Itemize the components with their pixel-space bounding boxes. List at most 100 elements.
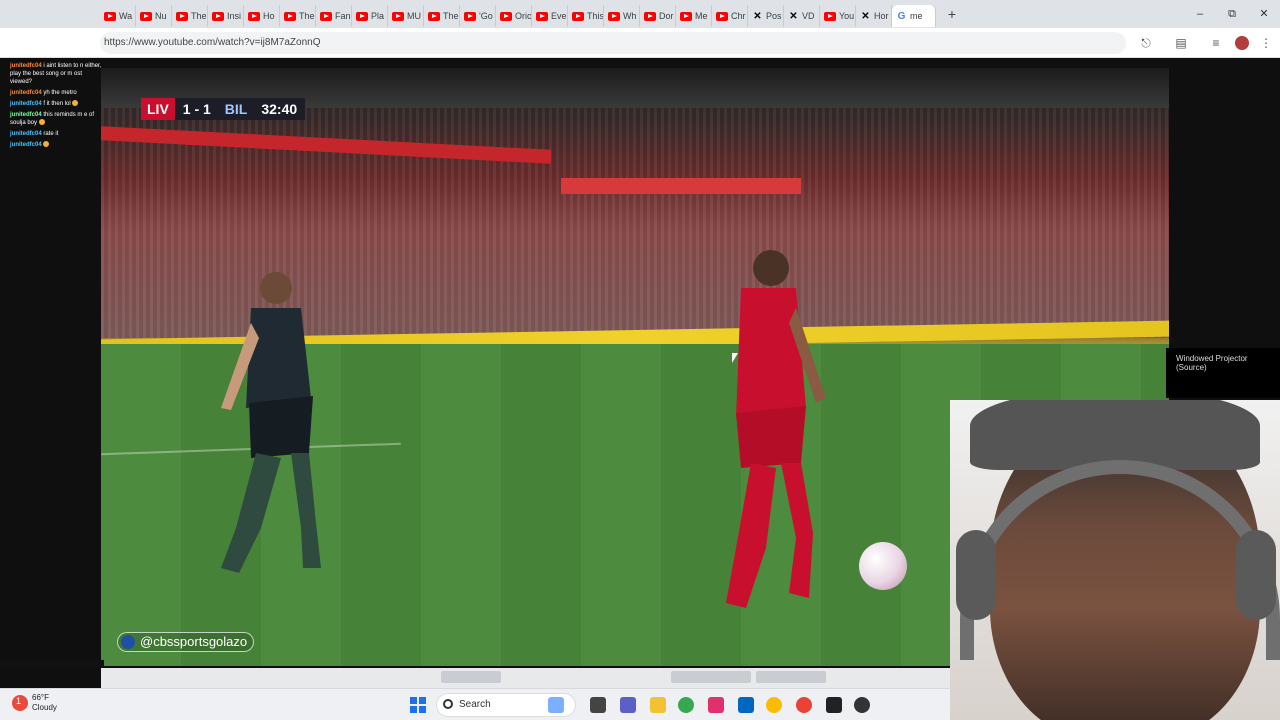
browser-tab[interactable]: Wa — [100, 5, 136, 27]
tab-label: Wh — [623, 11, 637, 21]
stream-chat-overlay: junitedfc04 i aint listen to n either, p… — [0, 0, 104, 170]
widgets-icon[interactable] — [548, 697, 564, 713]
chat-username: junitedfc04 — [10, 131, 42, 137]
new-tab-button[interactable]: + — [944, 6, 960, 22]
watermark-text: @cbssportsgolazo — [140, 634, 248, 649]
chat-message: junitedfc04 yh the metro — [10, 89, 104, 97]
tab-label: Pla — [371, 11, 385, 21]
screen: Wa Nu The Insi Ho The Fan Pla MU The 'Go Oric Eve Thi… — [0, 0, 1280, 720]
browser-tab[interactable]: ✕ VD — [784, 5, 820, 27]
media-control-icon[interactable]: ▤ — [1173, 35, 1189, 51]
player-away — [221, 272, 321, 573]
browser-tab[interactable]: You — [820, 5, 856, 27]
youtube-icon — [680, 11, 692, 21]
youtube-icon — [536, 11, 548, 21]
x-icon: ✕ — [861, 10, 870, 22]
browser-tab[interactable]: Wh — [604, 5, 640, 27]
browser-tab[interactable]: Gme — [892, 5, 936, 27]
headset-earcup — [956, 530, 996, 620]
chat-message: junitedfc04 rate it — [10, 130, 104, 138]
reading-list-icon[interactable]: ≡ — [1208, 35, 1224, 51]
channel-watermark: @cbssportsgolazo — [117, 632, 255, 652]
browser-tab[interactable]: Ho — [244, 5, 280, 27]
browser-tab[interactable]: The — [280, 5, 316, 27]
chrome-icon[interactable] — [678, 697, 694, 713]
browser-tab[interactable]: Dor — [640, 5, 676, 27]
chat-message: junitedfc04 this reminds m e of soulja b… — [10, 111, 104, 127]
minimize-button[interactable]: – — [1184, 0, 1216, 28]
browser-tab[interactable]: MU — [388, 5, 424, 27]
youtube-icon — [320, 11, 332, 21]
youtube-icon — [392, 11, 404, 21]
browser-tab[interactable]: ✕ Pos — [748, 5, 784, 27]
teams-icon[interactable] — [620, 697, 636, 713]
tab-label: The — [299, 11, 315, 21]
tab-label: The — [191, 11, 207, 21]
extensions-icon[interactable]: ⎋ — [1138, 35, 1154, 51]
mouse-cursor-icon — [732, 353, 738, 363]
tab-label: The — [443, 11, 459, 21]
home-team: LIV — [141, 98, 175, 120]
chat-text: f it then lol — [43, 101, 71, 107]
instagram-icon[interactable] — [708, 697, 724, 713]
chrome-icon[interactable] — [766, 697, 782, 713]
taskbar: 1 66°F Cloudy Search — [0, 688, 950, 720]
video-progress-bar[interactable] — [0, 660, 104, 668]
tab-label: Pos — [766, 11, 782, 21]
file-explorer-icon[interactable] — [650, 697, 666, 713]
browser-tab[interactable]: This — [568, 5, 604, 27]
browser-tab[interactable]: Nu — [136, 5, 172, 27]
browser-tab[interactable]: Me — [676, 5, 712, 27]
tab-label: Eve — [551, 11, 567, 21]
profile-avatar[interactable] — [1235, 36, 1249, 50]
browser-tab[interactable]: Pla — [352, 5, 388, 27]
browser-tab[interactable]: 'Go — [460, 5, 496, 27]
chat-text: yh the metro — [43, 90, 77, 96]
obs-icon[interactable] — [826, 697, 842, 713]
away-team: BIL — [218, 98, 254, 120]
tab-label: Hor — [874, 11, 889, 21]
player-home — [726, 250, 826, 608]
emote-icon — [38, 119, 45, 126]
browser-tab[interactable]: Fan — [316, 5, 352, 27]
browser-tab[interactable]: Insi — [208, 5, 244, 27]
restore-button[interactable]: ⧉ — [1216, 0, 1248, 28]
youtube-icon — [716, 11, 728, 21]
url-field[interactable]: https://www.youtube.com/watch?v=ij8M7aZo… — [100, 32, 1126, 54]
tab-label: 'Go — [479, 11, 493, 21]
browser-tab[interactable]: Eve — [532, 5, 568, 27]
desktop-thumbnail-strip — [101, 668, 950, 688]
youtube-icon — [428, 11, 440, 21]
chat-username: junitedfc04 — [10, 90, 42, 96]
start-button[interactable] — [410, 697, 426, 713]
store-icon[interactable] — [738, 697, 754, 713]
browser-tab[interactable]: The — [172, 5, 208, 27]
browser-tab[interactable]: Chr — [712, 5, 748, 27]
tab-label: This — [587, 11, 604, 21]
chat-username: junitedfc04 — [10, 63, 42, 69]
chat-text: rate it — [43, 131, 59, 137]
browser-tab[interactable]: Oric — [496, 5, 532, 27]
score-value: 1 - 1 — [174, 98, 219, 120]
chat-username: junitedfc04 — [10, 101, 42, 107]
youtube-icon — [608, 11, 620, 21]
temperature: 66°F — [32, 693, 49, 702]
youtube-icon — [500, 11, 512, 21]
x-icon: ✕ — [753, 10, 762, 22]
tab-strip: Wa Nu The Insi Ho The Fan Pla MU The 'Go Oric Eve Thi… — [0, 0, 960, 28]
menu-icon[interactable]: ⋮ — [1258, 35, 1274, 51]
scoreboard: LIV 1 - 1 BIL 32:40 — [141, 98, 306, 120]
thumbnail — [441, 671, 501, 683]
tab-label: Dor — [659, 11, 674, 21]
google-icon: G — [897, 10, 906, 22]
youtube-icon — [644, 11, 656, 21]
chrome-active-icon[interactable] — [796, 697, 812, 713]
youtube-icon — [176, 11, 188, 21]
media-player-icon[interactable] — [854, 697, 870, 713]
weather-widget[interactable]: 1 66°F Cloudy — [12, 693, 57, 713]
browser-tab[interactable]: The — [424, 5, 460, 27]
task-view-icon[interactable] — [590, 697, 606, 713]
close-button[interactable]: ✕ — [1248, 0, 1280, 28]
browser-tab[interactable]: ✕ Hor — [856, 5, 892, 27]
tab-label: Nu — [155, 11, 167, 21]
